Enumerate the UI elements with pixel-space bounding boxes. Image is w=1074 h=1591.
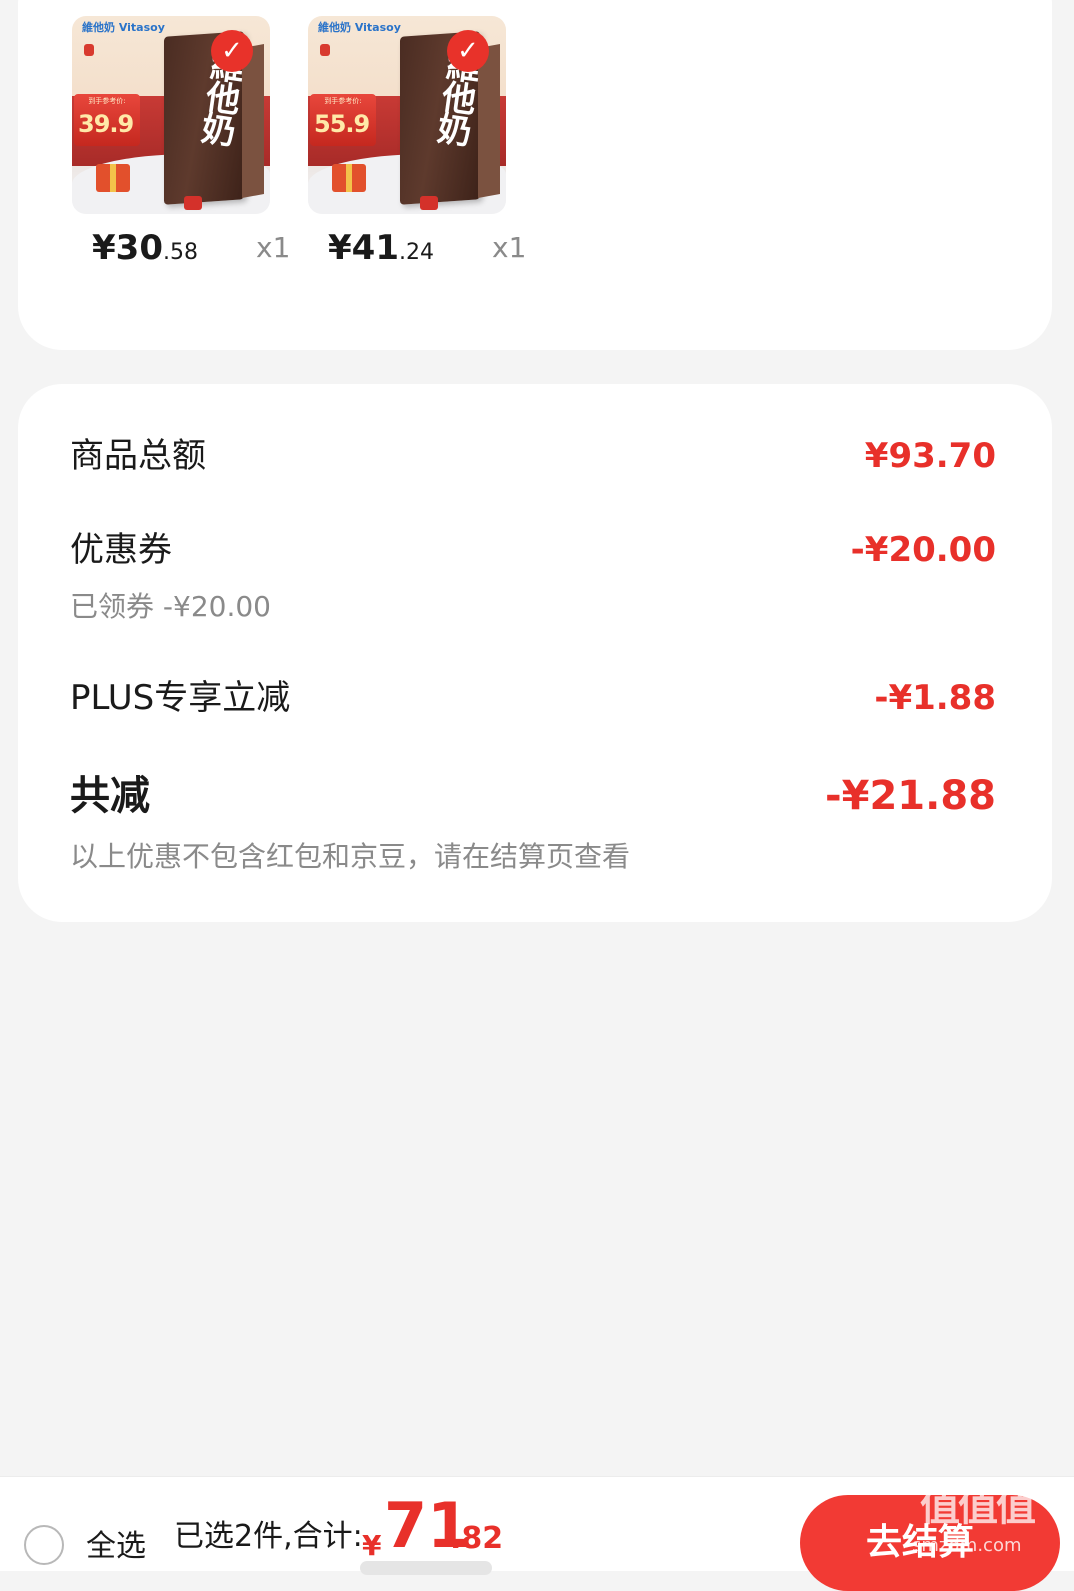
selected-info: 已选2件,合计: <box>174 1519 363 1554</box>
reference-price-value: 39.9 <box>78 110 134 138</box>
product-qty-2: x1 <box>492 231 527 264</box>
coupon-sub: 已领券 -¥20.00 <box>70 590 271 623</box>
product-card: 維他奶 Vitasoy 維他奶 到手参考价: 39.9 ✓ ¥30.58 x1 … <box>18 0 1052 350</box>
select-all-label[interactable]: 全选 <box>86 1529 146 1565</box>
product-price-1: ¥30.58 <box>92 230 198 271</box>
radio-unchecked-icon[interactable] <box>24 1525 64 1565</box>
brand-logo: 維他奶 Vitasoy <box>318 21 401 34</box>
checkout-bar: 全选 已选2件,合计: ¥ 71 .82 去结算 值值值 smzdm.com <box>0 1476 1074 1591</box>
price-cents: .24 <box>398 240 434 265</box>
product-price-2: ¥41.24 <box>328 230 434 271</box>
gift-icon <box>332 164 366 192</box>
total-reduce-value: -¥21.88 <box>825 773 996 819</box>
total-reduce-label: 共减 <box>70 773 150 819</box>
watermark: 值值值 <box>920 1484 1036 1530</box>
discount-note: 以上优惠不包含红包和京豆，请在结算页查看 <box>70 840 631 873</box>
product-image[interactable]: 維他奶 Vitasoy 維他奶 到手参考价: 55.9 ✓ <box>308 16 506 214</box>
red-envelope-icon <box>184 196 202 210</box>
watermark-sub: smzdm.com <box>912 1535 1022 1556</box>
price-summary-card: 商品总额 ¥93.70 优惠券 -¥20.00 已领券 -¥20.00 PLUS… <box>18 384 1052 922</box>
check-icon[interactable]: ✓ <box>211 30 253 72</box>
detail-handle[interactable] <box>360 1561 492 1575</box>
coupon-value: -¥20.00 <box>850 530 996 570</box>
price-cents: .58 <box>162 240 198 265</box>
price-main: ¥41 <box>328 228 399 268</box>
reference-price-tag: 到手参考价: 39.9 <box>74 94 140 146</box>
lantern-icon <box>320 44 330 56</box>
price-main: ¥30 <box>92 228 163 268</box>
reference-price-label: 到手参考价: <box>88 97 126 105</box>
red-envelope-icon <box>420 196 438 210</box>
goods-total-label: 商品总额 <box>70 436 206 476</box>
gift-icon <box>96 164 130 192</box>
reference-price-tag: 到手参考价: 55.9 <box>310 94 376 146</box>
lantern-icon <box>84 44 94 56</box>
product-image[interactable]: 維他奶 Vitasoy 維他奶 到手参考价: 39.9 ✓ <box>72 16 270 214</box>
total-decimal: .82 <box>450 1521 504 1556</box>
check-icon[interactable]: ✓ <box>447 30 489 72</box>
reference-price-label: 到手参考价: <box>324 97 362 105</box>
coupon-label: 优惠券 <box>70 530 172 570</box>
total-currency: ¥ <box>362 1529 382 1562</box>
plus-discount-label: PLUS专享立减 <box>70 678 291 718</box>
goods-total-value: ¥93.70 <box>864 436 996 476</box>
plus-discount-value: -¥1.88 <box>874 678 996 718</box>
reference-price-value: 55.9 <box>314 110 370 138</box>
product-qty-1: x1 <box>256 231 291 264</box>
brand-logo: 維他奶 Vitasoy <box>82 21 165 34</box>
